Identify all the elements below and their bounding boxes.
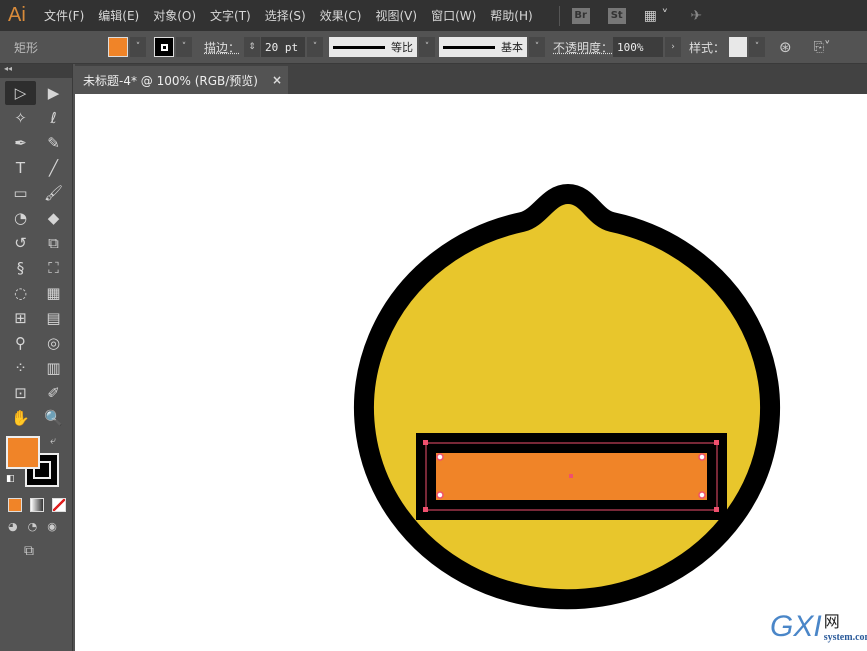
artwork (354, 184, 780, 610)
lemon-shape[interactable] (354, 184, 780, 610)
watermark: GXI 网 system.com (770, 608, 867, 644)
watermark-main: GXI (770, 610, 822, 643)
watermark-sub: system.com (823, 632, 867, 643)
watermark-cn: 网 (823, 612, 840, 631)
